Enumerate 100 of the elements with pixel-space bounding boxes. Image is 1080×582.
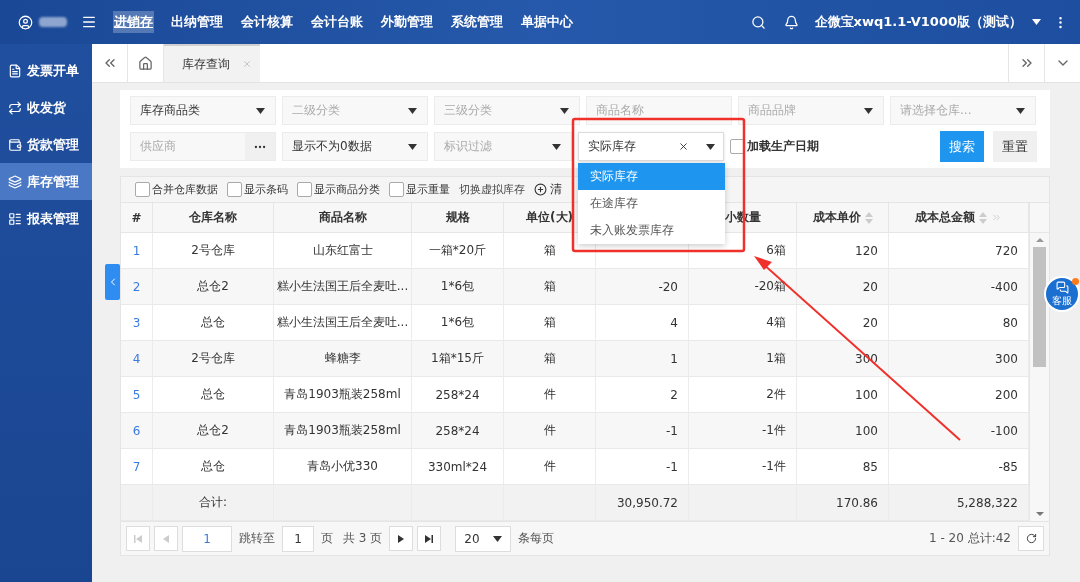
column-header: 仓库名称 — [153, 203, 274, 233]
table-cell: 720 — [889, 233, 1029, 269]
caret-icon — [552, 143, 561, 150]
dropdown-option[interactable]: 未入账发票库存 — [578, 217, 725, 244]
plus-icon[interactable] — [534, 183, 547, 196]
toolbar-link[interactable]: 切换虚拟库存 — [459, 182, 525, 197]
user-icon[interactable] — [18, 14, 33, 30]
checkbox-label[interactable]: 加载生产日期 — [730, 138, 819, 155]
page-size-select[interactable]: 20 — [455, 525, 512, 552]
table-cell: 80 — [889, 305, 1029, 341]
table-cell: -400 — [889, 269, 1029, 305]
table-cell: 总仓2 — [153, 413, 274, 449]
table-cell: 青岛1903瓶装258ml — [274, 413, 412, 449]
nav-item[interactable]: 单据中心 — [520, 11, 574, 33]
table-cell: 200 — [889, 377, 1029, 413]
sidebar-item[interactable]: 报表管理 — [0, 200, 92, 237]
row-number: 5 — [121, 377, 153, 413]
column-header: # — [121, 203, 153, 233]
row-number: 7 — [121, 449, 153, 485]
sort-icon[interactable] — [979, 211, 987, 224]
table-cell: 青岛1903瓶装258ml — [274, 377, 412, 413]
table-cell: 件 — [504, 377, 596, 413]
company-name[interactable]: 企微宝xwq1.1-V1000版（测试） — [814, 13, 1022, 31]
sidebar-item[interactable]: 收发货 — [0, 89, 92, 126]
scrollbar-thumb[interactable] — [1033, 247, 1046, 367]
row-number: 2 — [121, 269, 153, 305]
scrollbar[interactable] — [1029, 203, 1049, 521]
jump-input[interactable]: 1 — [282, 525, 314, 552]
bell-icon[interactable] — [783, 14, 799, 30]
next-page-button[interactable] — [389, 526, 414, 551]
caret-icon — [705, 143, 715, 150]
checkbox[interactable] — [227, 182, 242, 197]
select-field[interactable]: 库存商品类 — [130, 96, 276, 125]
caret-icon — [408, 143, 417, 150]
table-cell: 总仓 — [153, 377, 274, 413]
table-cell: 1*6包 — [412, 269, 504, 305]
caret-icon — [864, 107, 873, 114]
table-cell: 糕小生法国王后全麦吐... — [274, 305, 412, 341]
page-input[interactable]: 1 — [182, 525, 232, 552]
table-cell: 300 — [889, 341, 1029, 377]
nav-item[interactable]: 外勤管理 — [380, 11, 434, 33]
menu-icon[interactable] — [81, 14, 97, 30]
total-pages: 共 3 页 — [343, 530, 383, 547]
home-icon — [138, 55, 153, 71]
table-cell: 2号仓库 — [153, 341, 274, 377]
table-cell: 1箱 — [689, 341, 797, 377]
nav-item[interactable]: 出纳管理 — [170, 11, 224, 33]
caret-icon — [1016, 107, 1025, 114]
total-cell: 合计: — [153, 485, 274, 521]
jump-label: 跳转至 — [239, 530, 275, 547]
collapse-button[interactable] — [105, 264, 120, 300]
table-cell: 箱 — [504, 305, 596, 341]
clear-icon[interactable] — [678, 141, 689, 152]
caret-icon — [408, 107, 417, 114]
nav-item[interactable]: 系统管理 — [450, 11, 504, 33]
row-number: 6 — [121, 413, 153, 449]
table-cell: 100 — [797, 377, 889, 413]
select-field[interactable]: 显示不为0数据 — [282, 132, 428, 161]
caret-icon — [256, 107, 265, 114]
nav-item[interactable]: 会计核算 — [240, 11, 294, 33]
table-cell: 蜂糖李 — [274, 341, 412, 377]
table-cell: -1 — [596, 449, 689, 485]
refresh-button[interactable] — [1018, 526, 1044, 551]
tab[interactable]: 库存查询 — [164, 44, 260, 82]
sidebar-item[interactable]: 发票开单 — [0, 52, 92, 89]
chat-button[interactable]: 客服 — [1044, 276, 1080, 312]
table-cell: 85 — [797, 449, 889, 485]
table-cell: -1件 — [689, 413, 797, 449]
toolbar-action[interactable]: 清 — [550, 181, 562, 198]
table-cell: 件 — [504, 413, 596, 449]
table-cell: 1 — [596, 341, 689, 377]
last-page-button[interactable] — [417, 526, 442, 551]
sidebar-item[interactable]: 库存管理 — [0, 163, 92, 200]
table-cell: -20箱 — [689, 269, 797, 305]
nav-item[interactable]: 进销存 — [113, 11, 154, 33]
reset-button[interactable]: 重置 — [993, 131, 1037, 162]
checkbox[interactable] — [297, 182, 312, 197]
nav-item[interactable]: 会计台账 — [310, 11, 364, 33]
table-cell: 件 — [504, 449, 596, 485]
sidebar-item[interactable]: 货款管理 — [0, 126, 92, 163]
arrows-icon — [8, 100, 22, 115]
table-cell: -20 — [596, 269, 689, 305]
total-cell: 5,288,322 — [889, 485, 1029, 521]
close-icon[interactable] — [242, 59, 252, 69]
table-cell: 4 — [596, 305, 689, 341]
row-number: 1 — [121, 233, 153, 269]
checkbox-label: 显示商品分类 — [314, 182, 380, 197]
table-cell: 20 — [797, 305, 889, 341]
table-cell: 总仓2 — [153, 269, 274, 305]
column-header: 商品名称 — [274, 203, 412, 233]
search-icon[interactable] — [750, 14, 766, 30]
per-page-label: 条每页 — [518, 530, 555, 547]
table-cell: 箱 — [504, 269, 596, 305]
page-label: 页 — [321, 530, 333, 547]
table-cell: 山东红富士 — [274, 233, 412, 269]
checkbox[interactable] — [389, 182, 404, 197]
sort-icon[interactable] — [864, 211, 873, 224]
expand-icon[interactable] — [991, 212, 1002, 223]
page-summary: 1 - 20 总计:42 — [929, 530, 1011, 547]
checkbox[interactable] — [135, 182, 150, 197]
